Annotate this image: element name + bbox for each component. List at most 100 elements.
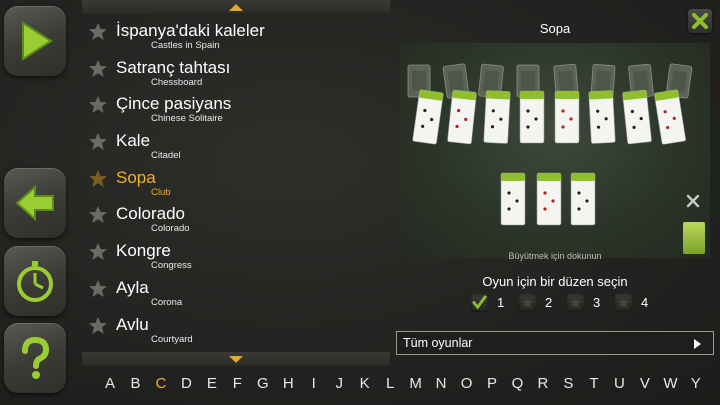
check-icon <box>472 294 487 310</box>
game-english-name: Colorado <box>151 223 190 235</box>
question-icon <box>22 336 50 379</box>
checkbox[interactable] <box>566 292 585 312</box>
game-english-name: Congress <box>151 260 192 272</box>
letter-t[interactable]: T <box>587 375 601 399</box>
checkbox[interactable] <box>614 292 633 312</box>
game-english-name: Corona <box>151 296 183 308</box>
star-icon[interactable] <box>88 279 108 299</box>
layout-option[interactable]: 1 <box>470 292 509 312</box>
game-list-item[interactable]: Çince pasiyans Chinese Solitaire <box>82 91 390 128</box>
letter-b[interactable]: B <box>128 375 142 399</box>
star-icon[interactable] <box>88 59 108 79</box>
letter-a[interactable]: A <box>103 375 117 399</box>
game-list-item[interactable]: Avlu Courtyard <box>82 312 390 349</box>
letter-g[interactable]: G <box>256 375 270 399</box>
scroll-down-button[interactable] <box>82 352 390 366</box>
checkbox[interactable] <box>518 292 537 312</box>
layout-label: Oyun için bir düzen seçin <box>482 274 628 289</box>
letter-d[interactable]: D <box>179 375 193 399</box>
layout-option[interactable]: 2 <box>518 292 557 312</box>
back-arrow-icon <box>15 184 54 222</box>
letter-v[interactable]: V <box>638 375 652 399</box>
game-english-name: Chinese Solitaire <box>151 113 223 125</box>
checkbox-checked[interactable] <box>470 292 489 312</box>
game-english-name: Castles in Spain <box>151 40 220 51</box>
layout-number: 1 <box>497 294 505 310</box>
timer-button[interactable] <box>4 246 66 316</box>
game-name: Kongre <box>116 241 171 261</box>
star-icon[interactable] <box>88 205 108 225</box>
letter-h[interactable]: H <box>281 375 295 399</box>
letter-c[interactable]: C <box>154 375 168 399</box>
game-english-name: Chessboard <box>151 76 203 88</box>
stopwatch-icon <box>17 261 53 302</box>
letter-i[interactable]: I <box>307 375 321 399</box>
letter-p[interactable]: P <box>485 375 499 399</box>
game-list-item[interactable]: İspanya'daki kaleler Castles in Spain <box>82 18 390 55</box>
play-button[interactable] <box>4 6 66 76</box>
letter-q[interactable]: Q <box>511 375 525 399</box>
letter-o[interactable]: O <box>460 375 474 399</box>
star-icon[interactable] <box>88 132 108 152</box>
letter-e[interactable]: E <box>205 375 219 399</box>
chevron-up-icon <box>229 3 243 11</box>
star-icon[interactable] <box>88 22 108 42</box>
letter-l[interactable]: L <box>383 375 397 399</box>
card-face <box>588 90 616 144</box>
card-face <box>622 89 652 145</box>
card-face <box>570 172 596 226</box>
layout-option[interactable]: 3 <box>566 292 605 312</box>
game-name: Satranç tahtası <box>116 57 231 77</box>
star-icon[interactable] <box>88 169 108 189</box>
star-icon[interactable] <box>88 316 108 336</box>
star-mark-icon <box>521 296 534 308</box>
game-name: Sopa <box>116 167 156 187</box>
letter-y[interactable]: Y <box>689 375 703 399</box>
layout-number: 2 <box>545 294 553 310</box>
letter-n[interactable]: N <box>434 375 448 399</box>
letter-k[interactable]: K <box>358 375 372 399</box>
game-list-panel: İspanya'daki kaleler Castles in Spain Satr… <box>82 0 390 366</box>
game-list-item[interactable]: Kongre Congress <box>82 238 390 275</box>
help-button[interactable] <box>4 323 66 393</box>
card-face <box>447 89 477 145</box>
game-list-item[interactable]: Kale Citadel <box>82 128 390 165</box>
game-list-item[interactable]: Ayla Corona <box>82 275 390 312</box>
card-face <box>554 90 580 144</box>
star-icon[interactable] <box>88 95 108 115</box>
letter-m[interactable]: M <box>409 375 423 399</box>
letter-w[interactable]: W <box>663 375 677 399</box>
letter-u[interactable]: U <box>612 375 626 399</box>
letter-r[interactable]: R <box>536 375 550 399</box>
letter-s[interactable]: S <box>561 375 575 399</box>
chevron-down-icon <box>229 355 243 363</box>
play-icon <box>22 21 53 61</box>
layout-options: 1 2 3 4 <box>470 292 653 312</box>
scroll-up-button[interactable] <box>82 0 390 14</box>
game-name: Kale <box>116 131 151 151</box>
arrow-right-icon <box>694 339 701 349</box>
star-icon[interactable] <box>88 242 108 262</box>
back-button[interactable] <box>4 168 66 238</box>
preview-title: Sopa <box>539 21 571 36</box>
preview-hint: Büyütmek için dokunun <box>508 251 602 261</box>
game-name: Çince pasiyans <box>116 94 232 114</box>
layout-option[interactable]: 4 <box>614 292 653 312</box>
preview-cards <box>407 63 693 226</box>
game-list: İspanya'daki kaleler Castles in Spain Satr… <box>82 18 390 348</box>
all-games-button[interactable]: Tüm oyunlar <box>396 331 714 355</box>
side-slider-handle[interactable] <box>683 222 705 254</box>
game-list-item[interactable]: Colorado Colorado <box>82 201 390 238</box>
letter-f[interactable]: F <box>230 375 244 399</box>
card-face <box>412 89 444 145</box>
layout-preview[interactable] <box>400 43 710 258</box>
game-name: Avlu <box>116 314 149 334</box>
game-list-item[interactable]: Sopa Club <box>82 165 390 202</box>
game-list-item[interactable]: Satranç tahtası Chessboard <box>82 55 390 92</box>
side-close-icon[interactable] <box>683 190 703 212</box>
game-english-name: Courtyard <box>151 333 193 345</box>
game-english-name: Citadel <box>151 150 181 162</box>
card-face <box>519 90 545 144</box>
layout-number: 4 <box>641 294 649 310</box>
letter-j[interactable]: J <box>332 375 346 399</box>
